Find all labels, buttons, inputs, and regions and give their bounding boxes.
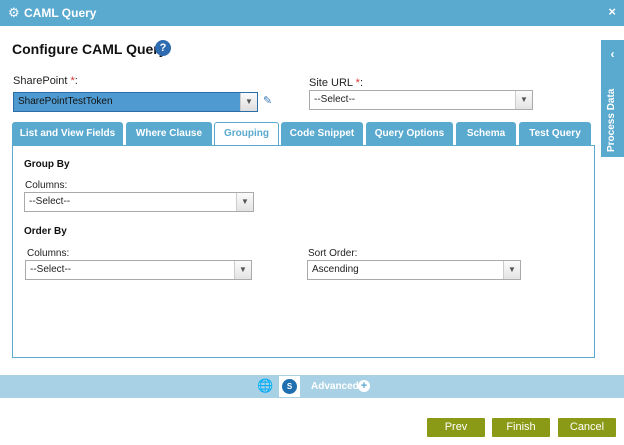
tab-where-clause[interactable]: Where Clause [126,122,212,145]
advanced-label[interactable]: Advanced [311,381,359,393]
group-by-columns-value: --Select-- [29,196,71,207]
window-title: CAML Query [24,6,97,20]
sharepoint-icon: S [282,379,297,394]
site-url-select[interactable]: --Select-- ▼ [309,90,533,110]
cancel-button[interactable]: Cancel [558,418,616,437]
sharepoint-icon-box[interactable]: S [279,376,300,397]
tab-code-snippet[interactable]: Code Snippet [281,122,363,145]
finish-button[interactable]: Finish [492,418,550,437]
sort-order-label: Sort Order: [308,248,358,259]
title-bar: ⚙ CAML Query × [0,0,624,26]
tab-schema[interactable]: Schema [456,122,516,145]
plus-icon[interactable]: + [358,380,370,392]
chevron-down-icon[interactable]: ▼ [240,93,257,111]
site-url-label: Site URL *: [309,77,364,89]
chevron-down-icon[interactable]: ▼ [515,91,532,109]
sort-order-value: Ascending [312,264,359,275]
sharepoint-value: SharePointTestToken [18,96,113,107]
site-url-value: --Select-- [314,94,356,105]
sharepoint-label: SharePoint *: [13,75,78,87]
edit-pencil-icon[interactable]: ✎ [263,95,272,107]
prev-button[interactable]: Prev [427,418,485,437]
help-icon[interactable]: ? [155,40,171,56]
tab-list-and-view-fields[interactable]: List and View Fields [12,122,123,145]
chevron-down-icon[interactable]: ▼ [503,261,520,279]
chevron-down-icon[interactable]: ▼ [236,193,253,211]
tab-query-options[interactable]: Query Options [366,122,453,145]
chevron-down-icon[interactable]: ▼ [234,261,251,279]
group-by-columns-select[interactable]: --Select-- ▼ [24,192,254,212]
order-by-columns-value: --Select-- [30,264,72,275]
order-by-columns-select[interactable]: --Select-- ▼ [25,260,252,280]
group-by-columns-label: Columns: [25,180,68,191]
globe-icon[interactable]: 🌐 [257,378,273,394]
close-icon[interactable]: × [608,5,616,19]
process-data-label: Process Data [606,88,617,152]
chevron-left-icon[interactable]: ‹ [601,48,624,60]
group-by-heading: Group By [24,159,70,170]
order-by-heading: Order By [24,226,67,237]
order-by-columns-label: Columns: [27,248,70,259]
gear-icon: ⚙ [8,5,20,20]
sort-order-select[interactable]: Ascending ▼ [307,260,521,280]
page-title: Configure CAML Query [12,41,167,57]
advanced-bar: 🌐 S Advanced + [0,375,624,398]
tab-test-query[interactable]: Test Query [519,122,591,145]
process-data-tab[interactable]: ‹ Process Data [601,40,624,157]
sharepoint-select[interactable]: SharePointTestToken ▼ [13,92,258,112]
grouping-panel [12,145,595,358]
tab-grouping[interactable]: Grouping [214,122,279,146]
